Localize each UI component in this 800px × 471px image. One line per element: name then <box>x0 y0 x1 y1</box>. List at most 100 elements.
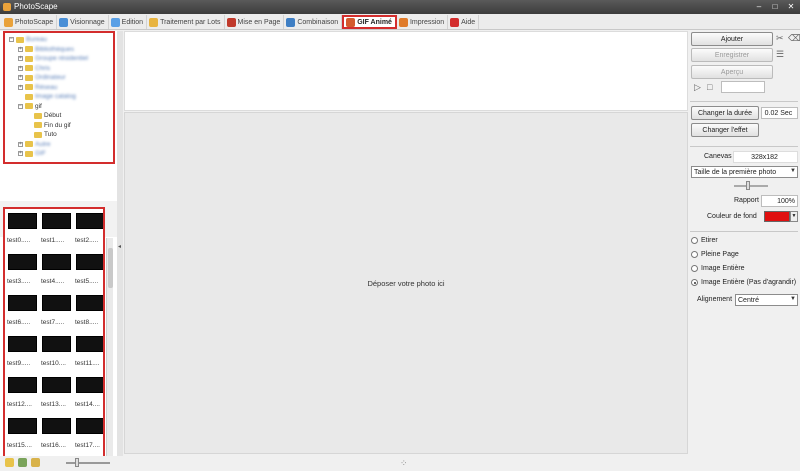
thumbnail-item[interactable]: test4..... <box>41 254 73 292</box>
tab-edition[interactable]: Edition <box>109 15 148 29</box>
thumbnail-item[interactable]: test13.... <box>41 377 73 415</box>
radio-dot-icon[interactable] <box>691 237 698 244</box>
thumbnail-item[interactable]: test12.... <box>7 377 39 415</box>
close-button[interactable]: ✕ <box>786 2 796 11</box>
thumbnail-image[interactable] <box>42 254 71 270</box>
thumbnail-image[interactable] <box>8 418 37 434</box>
stop-icon[interactable]: □ <box>707 82 712 92</box>
expand-toggle-icon[interactable]: − <box>18 103 23 109</box>
tree-node[interactable]: − Bureau <box>9 35 113 45</box>
thumbnail-item[interactable]: test5..... <box>75 254 103 292</box>
thumbnail-item[interactable]: test17.... <box>75 418 103 456</box>
radio-dot-icon[interactable] <box>691 265 698 272</box>
expand-toggle-icon[interactable]: + <box>18 75 23 81</box>
thumbnail-image[interactable] <box>42 418 71 434</box>
save-button[interactable]: Enregistrer <box>691 48 773 62</box>
tree-node[interactable]: + GIF <box>9 149 113 159</box>
tab-photoscape[interactable]: PhotoScape <box>2 15 58 29</box>
tree-node[interactable]: Tuto <box>9 130 113 140</box>
canvas-scale-slider[interactable] <box>734 185 768 187</box>
thumbnail-image[interactable] <box>76 254 103 270</box>
folder-tree[interactable]: − Bureau + Bibliothèques + Groupe résidentiel… <box>3 31 115 164</box>
thumbnail-image[interactable] <box>76 213 103 229</box>
thumbnail-image[interactable] <box>8 336 37 352</box>
thumbnail-size-slider[interactable] <box>66 462 110 464</box>
thumbnail-image[interactable] <box>42 377 71 393</box>
thumbnail-image[interactable] <box>8 213 37 229</box>
refresh-icon[interactable] <box>18 458 27 467</box>
tree-node[interactable]: Image catalog <box>9 92 113 102</box>
expand-toggle-icon[interactable]: + <box>18 65 23 71</box>
thumbnail-item[interactable]: test3..... <box>7 254 39 292</box>
play-icon[interactable]: ▷ <box>694 82 701 93</box>
tab-impression[interactable]: Impression <box>397 15 449 29</box>
maximize-button[interactable]: □ <box>770 2 780 11</box>
tree-node[interactable]: + Ordinateur <box>9 73 113 83</box>
expand-toggle-icon[interactable]: + <box>18 46 23 52</box>
change-duration-button[interactable]: Changer la durée <box>691 106 759 120</box>
tree-node[interactable]: + Autre <box>9 140 113 150</box>
thumbnail-image[interactable] <box>76 295 103 311</box>
radio-dot-icon[interactable] <box>691 279 698 286</box>
thumbnail-item[interactable]: test8..... <box>75 295 103 333</box>
thumbnail-item[interactable]: test0..... <box>7 213 39 251</box>
thumbnail-item[interactable]: test2..... <box>75 213 103 251</box>
expand-toggle-icon[interactable]: + <box>18 56 23 62</box>
tree-node[interactable]: + Réseau <box>9 83 113 93</box>
tab-aide[interactable]: Aide <box>448 15 480 29</box>
thumbnail-item[interactable]: test14.... <box>75 377 103 415</box>
scrollbar-thumb[interactable] <box>108 248 113 288</box>
resize-grip-icon[interactable]: ⁘ <box>400 458 410 468</box>
thumbnail-item[interactable]: test7..... <box>41 295 73 333</box>
preview-button[interactable]: Aperçu <box>691 65 773 79</box>
minimize-button[interactable]: – <box>754 2 764 11</box>
canvas-slider-knob[interactable] <box>746 181 750 190</box>
slider-knob[interactable] <box>75 458 79 467</box>
thumbnail-item[interactable]: test15.... <box>7 418 39 456</box>
thumbnail-image[interactable] <box>42 213 71 229</box>
expand-toggle-icon[interactable]: + <box>18 151 23 157</box>
list-icon[interactable]: ☰ <box>776 49 784 60</box>
tree-node[interactable]: Début <box>9 111 113 121</box>
thumbnail-image[interactable] <box>76 418 103 434</box>
fit-option-radio[interactable]: Image Entière <box>691 265 745 272</box>
thumbnail-image[interactable] <box>42 336 71 352</box>
tree-node[interactable]: + Groupe résidentiel <box>9 54 113 64</box>
thumbnail-scrollbar[interactable] <box>106 238 113 471</box>
tab-combinaison[interactable]: Combinaison <box>284 15 343 29</box>
delete-icon[interactable]: ⌫ <box>788 33 800 44</box>
radio-dot-icon[interactable] <box>691 251 698 258</box>
panel-splitter[interactable]: ◂ <box>117 31 123 456</box>
alignment-select[interactable]: Centré ▼ <box>735 294 798 306</box>
thumbnail-image[interactable] <box>8 377 37 393</box>
thumbnail-image[interactable] <box>42 295 71 311</box>
fit-option-radio[interactable]: Image Entière (Pas d'agrandir) <box>691 279 796 286</box>
tab-gif-anim-[interactable]: GIF Animé <box>342 15 397 29</box>
expand-toggle-icon[interactable]: − <box>9 37 14 43</box>
thumbnail-item[interactable]: test9..... <box>7 336 39 374</box>
folder-icon[interactable] <box>31 458 40 467</box>
fit-option-radio[interactable]: Pleine Page <box>691 251 739 258</box>
thumbnail-item[interactable]: test6..... <box>7 295 39 333</box>
expand-toggle-icon[interactable]: + <box>18 84 23 90</box>
tree-node[interactable]: Fin du gif <box>9 121 113 131</box>
thumbnail-image[interactable] <box>8 295 37 311</box>
ratio-input[interactable]: 100% <box>761 195 798 207</box>
tab-mise-en-page[interactable]: Mise en Page <box>225 15 285 29</box>
tab-traitement-par-lots[interactable]: Traitement par Lots <box>147 15 225 29</box>
playback-field[interactable] <box>721 81 765 93</box>
thumbnail-item[interactable]: test10.... <box>41 336 73 374</box>
tree-node[interactable]: + Chris <box>9 64 113 74</box>
expand-toggle-icon[interactable]: + <box>18 141 23 147</box>
tree-node[interactable]: + Bibliothèques <box>9 45 113 55</box>
remove-icon[interactable]: ✂ <box>776 33 784 44</box>
thumbnail-item[interactable]: test11.... <box>75 336 103 374</box>
tree-node[interactable]: − gif <box>9 102 113 112</box>
thumbnail-item[interactable]: test1..... <box>41 213 73 251</box>
tab-visionnage[interactable]: Visionnage <box>57 15 109 29</box>
thumbnail-image[interactable] <box>8 254 37 270</box>
add-button[interactable]: Ajouter <box>691 32 773 46</box>
change-effect-button[interactable]: Changer l'effet <box>691 123 759 137</box>
collapse-arrow-icon[interactable]: ◂ <box>118 243 121 250</box>
bg-color-swatch[interactable] <box>764 211 790 222</box>
